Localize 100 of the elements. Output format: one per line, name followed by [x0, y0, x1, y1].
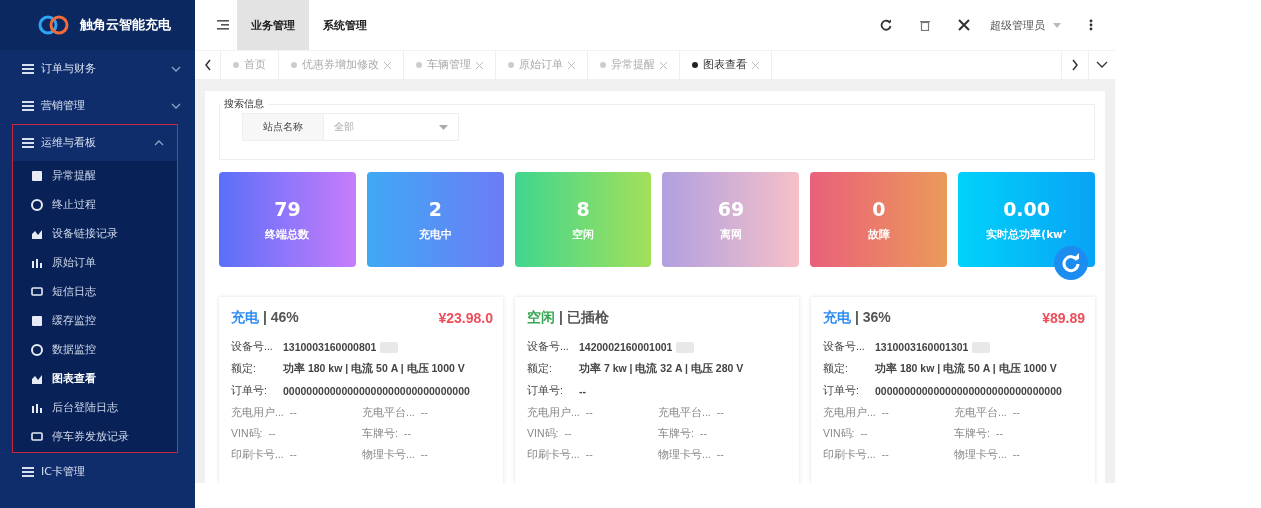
field-value: --	[585, 447, 593, 462]
rated-value: 功率 180 kw | 电流 50 A | 电压 1000 V	[283, 362, 465, 376]
list-icon	[22, 137, 34, 148]
stat-value: 0.00	[1003, 197, 1050, 220]
app-title: 触角云智能充电	[80, 16, 171, 34]
field-label: 充电用户...	[231, 405, 284, 420]
field-label: 订单号:	[527, 384, 564, 398]
search-legend: 搜索信息	[220, 97, 268, 111]
chevron-up-icon	[154, 139, 164, 146]
menu-item[interactable]: 缓存监控	[12, 306, 178, 335]
menu-item[interactable]: 终止过程	[12, 190, 178, 219]
menu-item-icon	[31, 198, 43, 211]
order-number: 00000000000000000000000000000000	[875, 385, 1062, 397]
menu-item-icon	[31, 343, 43, 356]
field-label: VIN码:	[527, 426, 559, 441]
device-status: 充电 | 46%	[231, 309, 299, 327]
chevron-down-icon	[171, 65, 181, 72]
field-value: --	[585, 405, 593, 420]
menu-item-icon	[31, 430, 43, 443]
stat-value: 0	[872, 197, 886, 220]
field-label: 充电用户...	[823, 405, 876, 420]
field-value: --	[1012, 447, 1020, 462]
field-label: 订单号:	[823, 384, 860, 398]
chevron-left-icon	[204, 59, 212, 71]
more-icon[interactable]	[1089, 19, 1093, 31]
menu-item[interactable]: 短信日志	[12, 277, 178, 306]
stat-label: 空闲	[572, 227, 595, 242]
stat-label: 实时总功率(kw’	[986, 227, 1067, 242]
field-value: --	[699, 426, 707, 441]
field-value: --	[716, 447, 724, 462]
menu-item[interactable]: 停车券发放记录	[12, 422, 178, 451]
menu-item-icon	[31, 256, 43, 269]
refresh-icon[interactable]	[880, 19, 892, 31]
field-label: 充电平台...	[954, 405, 1007, 420]
stat-value: 69	[717, 197, 745, 220]
field-label: 物理卡号...	[658, 447, 711, 462]
field-value: --	[403, 426, 411, 441]
fullscreen-icon[interactable]	[958, 19, 970, 31]
field-label: 车牌号:	[658, 426, 694, 441]
chevron-down-icon	[1096, 61, 1108, 69]
field-value: --	[995, 426, 1003, 441]
field-label: 充电用户...	[527, 405, 580, 420]
list-icon	[22, 466, 34, 477]
menu-item-icon	[31, 314, 43, 327]
list-icon	[22, 63, 34, 74]
field-label: 设备号...	[823, 340, 866, 354]
refresh-button[interactable]	[1054, 246, 1088, 280]
menu-item[interactable]: 异常提醒	[12, 161, 178, 190]
device-price: ¥89.89	[1042, 310, 1085, 326]
rated-value: 功率 180 kw | 电流 50 A | 电压 1000 V	[875, 362, 1057, 376]
chevron-right-icon	[1071, 59, 1079, 71]
field-label: 物理卡号...	[954, 447, 1007, 462]
device-number: 1420002160001001	[579, 341, 673, 353]
stat-value: 8	[576, 197, 590, 220]
device-number: 1310003160001301	[875, 341, 969, 353]
stat-label: 离网	[719, 227, 742, 242]
menu-item[interactable]: 后台登陆日志	[12, 393, 178, 422]
device-price: ¥23.98.0	[438, 310, 493, 326]
field-label: VIN码:	[823, 426, 855, 441]
field-value: --	[268, 426, 276, 441]
field-value: --	[420, 405, 428, 420]
menu-item[interactable]: 设备链接记录	[12, 219, 178, 248]
device-number: 1310003160000801	[283, 341, 377, 353]
menu-item[interactable]: 图表查看	[12, 364, 178, 393]
field-label: 印刷卡号...	[823, 447, 876, 462]
field-label: 充电平台...	[362, 405, 415, 420]
order-number: 00000000000000000000000000000000	[283, 385, 470, 397]
field-value: --	[420, 447, 428, 462]
field-label: 车牌号:	[362, 426, 398, 441]
field-value: --	[860, 426, 868, 441]
trash-icon[interactable]	[920, 19, 930, 31]
menu-icon[interactable]	[217, 20, 229, 30]
field-value: --	[289, 405, 297, 420]
field-value: --	[716, 405, 724, 420]
device-status: 充电 | 36%	[823, 309, 891, 327]
menu-item[interactable]: 数据监控	[12, 335, 178, 364]
field-label: 设备号...	[231, 340, 274, 354]
field-label: 车牌号:	[954, 426, 990, 441]
menu-item-icon	[31, 401, 43, 414]
chevron-down-icon	[171, 102, 181, 109]
rated-value: 功率 7 kw | 电流 32 A | 电压 280 V	[579, 362, 744, 376]
field-value: --	[881, 405, 889, 420]
field-value: --	[289, 447, 297, 462]
list-icon	[22, 100, 34, 111]
stat-value: 2	[428, 197, 442, 220]
field-label: 订单号:	[231, 384, 268, 398]
module-tab[interactable]: 业务管理	[237, 0, 309, 50]
menu-item[interactable]: 原始订单	[12, 248, 178, 277]
field-label: 额定:	[823, 362, 849, 376]
user-menu[interactable]: 超级管理员	[990, 17, 1045, 33]
menu-item-icon	[31, 169, 43, 182]
stat-value: 79	[274, 197, 301, 220]
field-label: 充电平台...	[658, 405, 711, 420]
order-number: --	[579, 385, 586, 397]
field-value: --	[881, 447, 889, 462]
field-value: --	[1012, 405, 1020, 420]
logo-icon	[38, 15, 70, 35]
module-tab[interactable]: 系统管理	[309, 0, 381, 50]
device-status: 空闲 | 已插枪	[527, 309, 609, 327]
field-value: --	[564, 426, 572, 441]
